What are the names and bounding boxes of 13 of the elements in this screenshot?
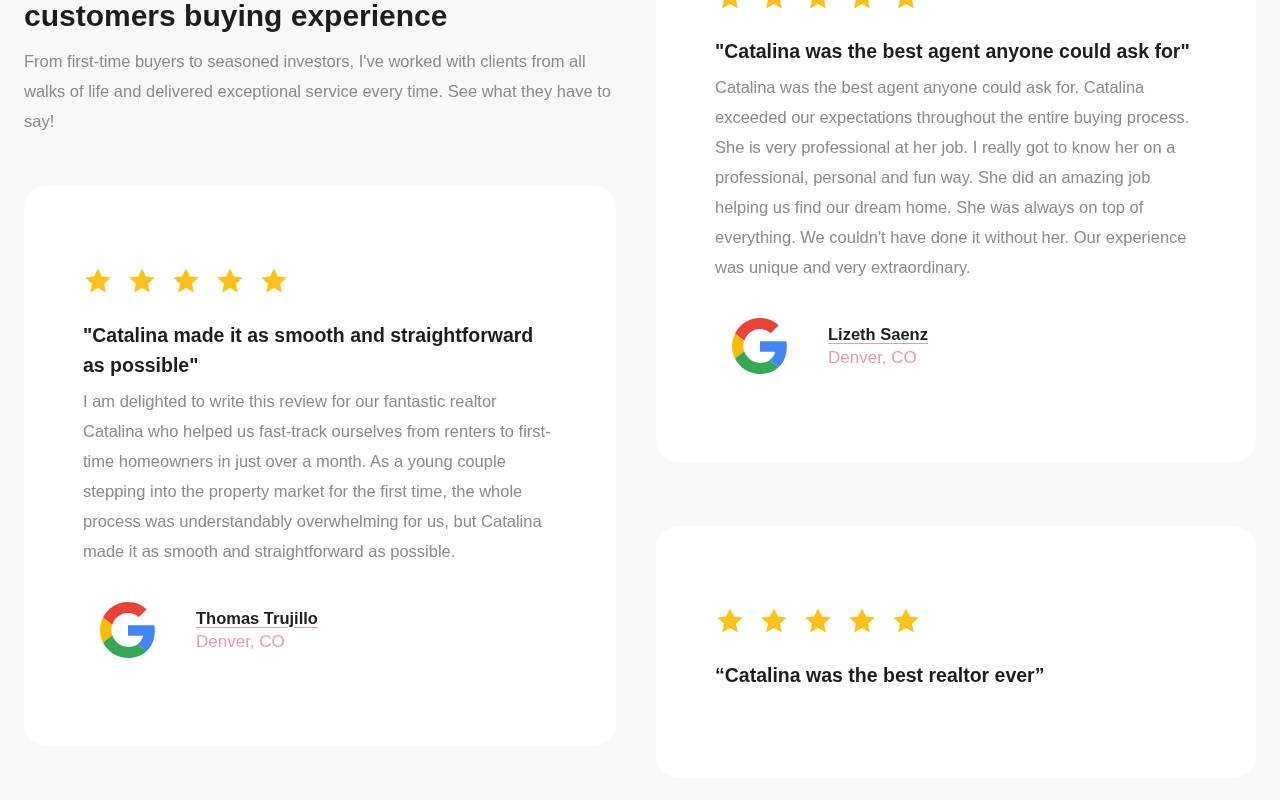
google-logo-icon [732, 318, 788, 374]
reviewer-name[interactable]: Lizeth Saenz [828, 324, 928, 344]
review-title: "Catalina was the best agent anyone could ask for" [715, 39, 1191, 64]
section-heading: customers buying experience [24, 0, 449, 34]
reviewer-name[interactable]: Thomas Trujillo [196, 608, 318, 628]
reviewer-location: Denver, CO [196, 631, 286, 652]
review-text: I am delighted to write this review for our fantastic realtor Catalina who helped us fast-track ourselves from renters to first-time homeowners in just over a month. As a young couple stepping into the property market for the first time, the whole process was understandably overwhelming for us, but Catalina made it as smooth and straightforward as possible. [83, 391, 552, 562]
google-logo-icon [100, 602, 156, 658]
review-text: Catalina was the best agent anyone could ask for. Catalina exceeded our expectations throughout the entire buying process. She is very professional at her job. I really got to know her on a professional, personal and fun way. She did an amazing job helping us find our dream home. She was always on top of everything. We couldn't have done it without her. Our experience was unique and very extraordinary. [715, 77, 1191, 278]
reviewer-location: Denver, CO [828, 347, 918, 368]
review-title: “Catalina was the best realtor ever” [715, 663, 1046, 688]
review-title: "Catalina made it as smooth and straightforward as possible" [83, 323, 535, 378]
intro-text: From first-time buyers to seasoned investors, I've worked with clients from all walks of life and delivered exceptional service every time. See what they have to say! [24, 51, 612, 132]
